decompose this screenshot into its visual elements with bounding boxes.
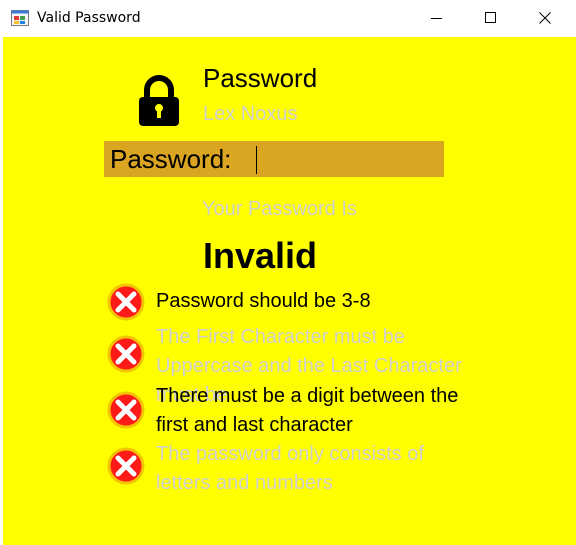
author-name: Lex Noxus bbox=[203, 103, 298, 125]
result-status: Invalid bbox=[203, 235, 318, 276]
password-field-row: Password: bbox=[104, 141, 444, 177]
x-circle-icon bbox=[107, 283, 145, 321]
form-client-area: Password Lex Noxus Password: Your Passwo… bbox=[3, 37, 576, 545]
rule-digit-text: There must be a digit between the first … bbox=[156, 385, 459, 436]
password-input[interactable] bbox=[254, 144, 440, 174]
text-caret bbox=[256, 146, 257, 174]
app-icon bbox=[11, 10, 29, 26]
result-label: Your Password Is bbox=[202, 198, 357, 220]
title-bar: Valid Password bbox=[0, 0, 576, 37]
close-icon bbox=[539, 12, 551, 24]
maximize-button[interactable] bbox=[468, 0, 514, 37]
close-button[interactable] bbox=[522, 0, 568, 37]
x-circle-icon bbox=[107, 335, 145, 373]
rule-length-text: Password should be 3-8 bbox=[156, 290, 371, 312]
password-label: Password: bbox=[110, 144, 232, 174]
maximize-icon bbox=[485, 12, 496, 23]
window-title: Valid Password bbox=[37, 10, 141, 26]
minimize-icon bbox=[431, 18, 442, 19]
minimize-button[interactable] bbox=[414, 0, 460, 37]
page-title: Password bbox=[203, 63, 318, 93]
x-circle-icon bbox=[107, 447, 145, 485]
app-window: Valid Password Password Lex Noxus Passwo… bbox=[0, 0, 576, 545]
lock-icon bbox=[139, 75, 179, 126]
x-circle-icon bbox=[107, 391, 145, 429]
rule-alphanumeric-text: The password only consists of letters an… bbox=[156, 443, 424, 494]
